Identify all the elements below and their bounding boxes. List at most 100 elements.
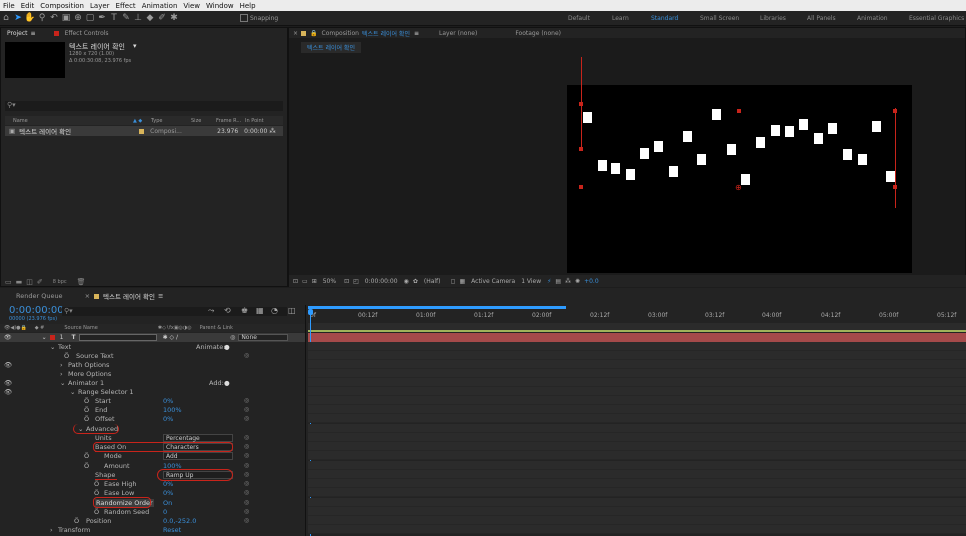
zoom-select[interactable]: 50% [323,278,336,285]
workspace-default[interactable]: Default [568,15,590,22]
layer-duration-bar[interactable] [308,333,966,342]
type-tool-icon[interactable]: T [108,13,120,23]
eraser-tool-icon[interactable]: ◆ [144,13,156,23]
col-size[interactable]: Size [191,118,216,124]
menu-window[interactable]: Window [203,2,237,10]
rectangle-tool-icon[interactable]: ▢ [84,13,96,23]
hand-tool-icon[interactable]: ✋ [24,13,36,23]
snapshot-icon[interactable]: ◉ [404,278,409,285]
draft-3d-icon[interactable]: ⟲ [224,306,231,315]
clone-tool-icon[interactable]: ⊥ [132,13,144,23]
transparency-grid-icon[interactable]: ▦ [460,278,466,285]
workspace-standard[interactable]: Standard [651,15,678,22]
start-value[interactable]: 0% [163,397,173,405]
selection-tool-icon[interactable]: ➤ [12,13,24,23]
col-in-point[interactable]: In Point [245,118,264,124]
pen-tool-icon[interactable]: ✒ [96,13,108,23]
end-value[interactable]: 100% [163,406,182,414]
stopwatch-icon[interactable]: Ö [94,480,99,488]
range-handle[interactable] [893,109,897,113]
eye-icon[interactable]: 👁 [4,334,12,341]
chevron-down-icon[interactable]: ▾ [133,42,137,50]
mode-select[interactable]: Add [163,451,233,460]
twirl-icon[interactable]: › [60,361,63,369]
safe-zones-icon[interactable]: ▭ [302,278,308,285]
position-value[interactable]: 0.0,-252.0 [163,517,196,525]
twirl-icon[interactable]: ⌄ [60,379,65,387]
eye-icon[interactable]: 👁 [4,361,12,369]
timeline-current-time[interactable]: 0:00:00:00 [9,305,64,316]
tab-composition-name[interactable]: 텍스트 레이어 확인 [362,29,410,38]
add-property-icon[interactable]: ● [224,379,230,387]
stopwatch-icon[interactable]: Ö [84,397,89,405]
workspace-learn[interactable]: Learn [612,15,629,22]
animate-add-icon[interactable]: ● [224,343,230,351]
twirl-icon[interactable]: › [60,370,63,378]
stopwatch-icon[interactable]: Ö [94,508,99,516]
exposure-value[interactable]: +0.0 [584,278,599,285]
frame-blending-icon[interactable]: ▦ [256,306,264,315]
twirl-icon[interactable]: › [50,526,53,534]
ease-low-value[interactable]: 0% [163,489,173,497]
bpc-label[interactable]: 8 bpc [53,279,67,285]
camera-select[interactable]: Active Camera [471,278,515,285]
timeline-search-input[interactable]: ⚲▾ [62,307,287,316]
comp-mini-flowchart-icon[interactable]: ⤳ [208,306,214,316]
col-frame-rate[interactable]: Frame R... [216,118,245,124]
grid-icon[interactable]: ⊞ [312,278,317,285]
resolution-select[interactable]: (Half) [424,278,441,285]
camera-tool-icon[interactable]: ▣ [60,13,72,23]
brush-tool-icon[interactable]: ✎ [120,13,132,23]
col-source-name[interactable]: Source Name [64,325,98,331]
tab-project[interactable]: Project [7,30,28,37]
expression-icon[interactable]: ◎ [244,471,249,478]
project-item-row[interactable]: ▣ 텍스트 레이어 확인 Composi... 23.976 0:00:00 ⁂ [5,126,283,136]
expression-icon[interactable]: ◎ [244,352,249,359]
workspace-libraries[interactable]: Libraries [760,15,786,22]
twirl-icon[interactable]: ⌄ [70,388,75,396]
random-seed-value[interactable]: 0 [163,508,167,516]
randomize-value[interactable]: On [163,499,172,507]
transform-reset[interactable]: Reset [163,526,181,534]
tab-composition-prefix[interactable]: Composition [322,30,359,37]
menu-edit[interactable]: Edit [18,2,38,10]
expression-icon[interactable]: ◎ [244,517,249,524]
comp-canvas[interactable]: ⊕ [567,57,912,273]
range-handle[interactable] [579,102,583,106]
menu-help[interactable]: Help [237,2,259,10]
pen-icon[interactable]: ✐ [37,278,43,286]
menu-file[interactable]: File [0,2,18,10]
pan-behind-tool-icon[interactable]: ⊕ [72,13,84,23]
menu-view[interactable]: View [180,2,203,10]
layer-name-field[interactable] [78,334,157,341]
workspace-small-screen[interactable]: Small Screen [700,15,739,22]
stopwatch-icon[interactable]: Ö [84,415,89,423]
col-name[interactable]: Name [13,118,133,124]
expression-icon[interactable]: ◎ [244,397,249,404]
layer-switches-icon[interactable]: ✱ ◇ ∕ [163,334,178,341]
tab-footage[interactable]: Footage (none) [515,30,561,37]
workspace-essential-graphics[interactable]: Essential Graphics [909,15,964,22]
expression-icon[interactable]: ◎ [244,499,249,506]
roi-icon[interactable]: ◻ [451,278,456,285]
expression-icon[interactable]: ◎ [244,489,249,496]
tab-render-queue[interactable]: Render Queue [16,292,63,300]
tab-effect-controls[interactable]: Effect Controls [65,30,109,37]
project-search-input[interactable]: ⚲▾ [5,101,283,111]
close-icon[interactable]: × [85,292,90,300]
stopwatch-icon[interactable]: Ö [94,489,99,497]
expand-arrow-icon[interactable]: ⌄ [42,334,47,341]
breadcrumb[interactable]: 텍스트 레이어 확인 [301,42,361,53]
expression-icon[interactable]: ◎ [244,434,249,441]
stopwatch-icon[interactable]: Ö [84,462,89,470]
expression-icon[interactable]: ◎ [244,508,249,515]
new-folder-icon[interactable]: ▬ [16,278,23,286]
work-area-bar[interactable] [308,306,566,309]
expression-icon[interactable]: ◎ [244,415,249,422]
reset-exposure-icon[interactable]: ✺ [575,278,580,285]
lock-icon[interactable]: 🔒 [310,30,317,37]
menu-layer[interactable]: Layer [87,2,113,10]
col-parent[interactable]: Parent & Link [200,325,233,331]
stopwatch-icon[interactable]: Ö [84,452,89,460]
menu-animation[interactable]: Animation [139,2,181,10]
